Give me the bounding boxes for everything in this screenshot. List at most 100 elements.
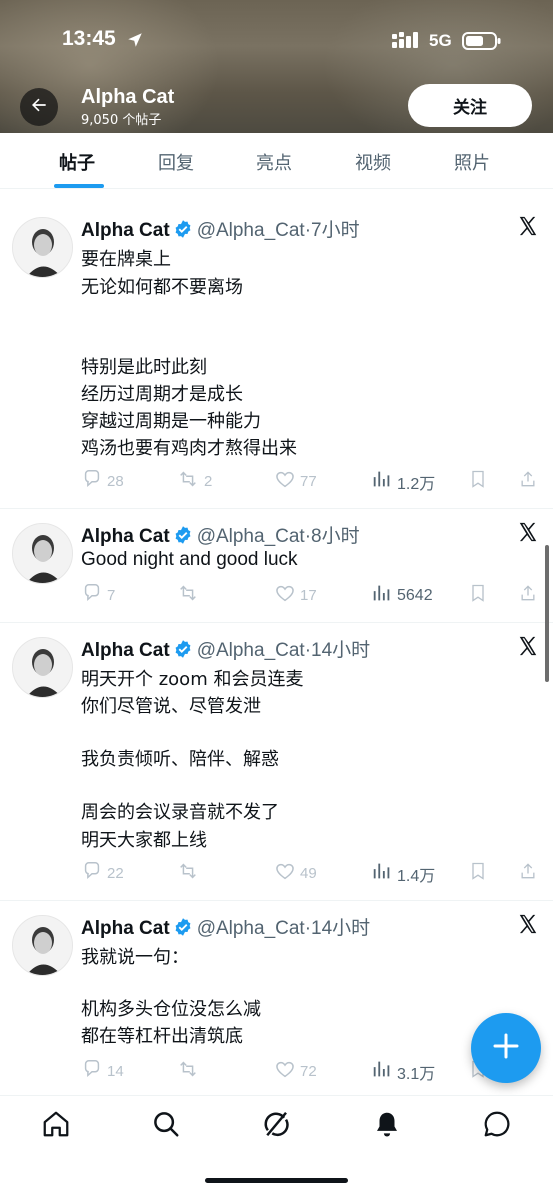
grok-icon [261, 1109, 291, 1143]
x-logo-icon [517, 215, 539, 241]
reply-button[interactable]: 28 [81, 468, 124, 494]
compose-button[interactable] [471, 1013, 541, 1083]
views-count: 3.1万 [397, 1065, 436, 1083]
home-icon [41, 1109, 71, 1143]
bookmark-button[interactable] [468, 468, 488, 494]
status-time: 13:45 [62, 27, 116, 50]
share-icon [518, 468, 538, 494]
tweet-time: ·14小时 [304, 918, 371, 939]
nav-messages[interactable] [481, 1110, 513, 1142]
tweet[interactable]: Alpha Cat @Alpha_Cat·8小时 Good night and g… [0, 509, 553, 623]
like-icon [274, 860, 296, 886]
nav-search[interactable] [150, 1110, 182, 1142]
reply-button[interactable]: 14 [81, 1058, 124, 1084]
verified-badge-icon [173, 917, 193, 942]
reply-count: 22 [107, 864, 124, 882]
retweet-button[interactable] [176, 860, 204, 886]
views-button[interactable]: 3.1万 [371, 1058, 435, 1085]
bookmark-icon [468, 860, 488, 886]
views-count: 5642 [397, 586, 433, 604]
arrow-left-icon [29, 95, 49, 119]
profile-tabs: 帖子 回复 亮点 视频 照片 [0, 133, 553, 189]
share-button[interactable] [518, 582, 538, 608]
avatar[interactable] [12, 217, 73, 278]
nav-notifications[interactable] [371, 1110, 403, 1142]
network-type: 5G [429, 31, 452, 50]
messages-icon [482, 1109, 512, 1143]
tweet[interactable]: Alpha Cat @Alpha_Cat·14小时 我就说一句： 机构多头仓位没怎… [0, 901, 553, 1095]
post-count: 9,050 个帖子 [81, 113, 162, 128]
tweet-text-line: 都在等杠杆出清筑底 [81, 1026, 243, 1047]
bottom-nav [0, 1095, 553, 1200]
retweet-button[interactable] [176, 582, 204, 608]
tab-replies[interactable]: 回复 [158, 149, 194, 175]
reply-icon [81, 860, 103, 886]
tweet-text-line: 鸡汤也要有鸡肉才熬得出来 [81, 438, 297, 459]
retweet-icon [176, 582, 200, 608]
profile-name: Alpha Cat [81, 86, 175, 108]
tweet-handle[interactable]: @Alpha_Cat [197, 220, 305, 241]
tweet-handle[interactable]: @Alpha_Cat [197, 918, 305, 939]
avatar[interactable] [12, 637, 73, 698]
avatar[interactable] [12, 915, 73, 976]
scrollbar[interactable] [545, 545, 549, 682]
tweet-author[interactable]: Alpha Cat [81, 918, 170, 939]
like-button[interactable]: 49 [274, 860, 317, 886]
reply-icon [81, 468, 103, 494]
verified-badge-icon [173, 219, 193, 244]
views-button[interactable]: 1.4万 [371, 860, 435, 887]
tab-posts[interactable]: 帖子 [59, 149, 95, 175]
like-icon [274, 468, 296, 494]
views-button[interactable]: 5642 [371, 582, 433, 609]
back-button[interactable] [20, 88, 58, 126]
profile-header: 13:45 5G Alpha Cat 9,050 个帖子 关注 [0, 0, 553, 133]
nav-grok[interactable] [260, 1110, 292, 1142]
active-tab-indicator [54, 184, 104, 188]
share-button[interactable] [518, 860, 538, 886]
bookmark-button[interactable] [468, 582, 488, 608]
views-button[interactable]: 1.2万 [371, 468, 435, 495]
tweet-actions: 22 49 1.4万 [81, 860, 541, 887]
like-count: 49 [300, 864, 317, 882]
tweet-author[interactable]: Alpha Cat [81, 526, 170, 547]
home-indicator [205, 1178, 348, 1183]
retweet-button[interactable] [176, 1058, 204, 1084]
reply-button[interactable]: 7 [81, 582, 115, 608]
reply-icon [81, 582, 103, 608]
tab-highlights[interactable]: 亮点 [256, 149, 292, 175]
retweet-button[interactable]: 2 [176, 468, 212, 494]
share-icon [518, 582, 538, 608]
tweet-handle[interactable]: @Alpha_Cat [197, 526, 305, 547]
views-icon [371, 582, 393, 609]
tweet-text-line: 特别是此时此刻 [81, 357, 207, 378]
views-count: 1.2万 [397, 475, 436, 493]
bookmark-icon [468, 468, 488, 494]
avatar[interactable] [12, 523, 73, 584]
views-count: 1.4万 [397, 867, 436, 885]
share-icon [518, 860, 538, 886]
retweet-icon [176, 468, 200, 494]
follow-button[interactable]: 关注 [408, 84, 532, 127]
tab-videos[interactable]: 视频 [355, 149, 391, 175]
tweet-author[interactable]: Alpha Cat [81, 220, 170, 241]
tweet-text-line: 经历过周期才是成长 [81, 384, 243, 405]
x-logo-icon [517, 521, 539, 547]
retweet-icon [176, 1058, 200, 1084]
tweet-author[interactable]: Alpha Cat [81, 640, 170, 661]
share-button[interactable] [518, 468, 538, 494]
tweet-text-line: 周会的会议录音就不发了 [81, 802, 279, 823]
tweet[interactable]: Alpha Cat @Alpha_Cat·14小时 明天开个 zoom 和会员连麦… [0, 623, 553, 901]
views-icon [371, 1058, 393, 1085]
plus-icon [492, 1032, 520, 1064]
tweet-actions: 7 17 5642 [81, 582, 541, 606]
tab-photos[interactable]: 照片 [454, 149, 490, 175]
views-icon [371, 468, 393, 495]
tweet[interactable]: Alpha Cat @Alpha_Cat·7小时 要在牌桌上 无论如何都不要离场 … [0, 193, 553, 509]
tweet-handle[interactable]: @Alpha_Cat [197, 640, 305, 661]
bookmark-button[interactable] [468, 860, 488, 886]
reply-button[interactable]: 22 [81, 860, 124, 886]
like-button[interactable]: 72 [274, 1058, 317, 1084]
like-button[interactable]: 77 [274, 468, 317, 494]
like-button[interactable]: 17 [274, 582, 317, 608]
nav-home[interactable] [40, 1110, 72, 1142]
